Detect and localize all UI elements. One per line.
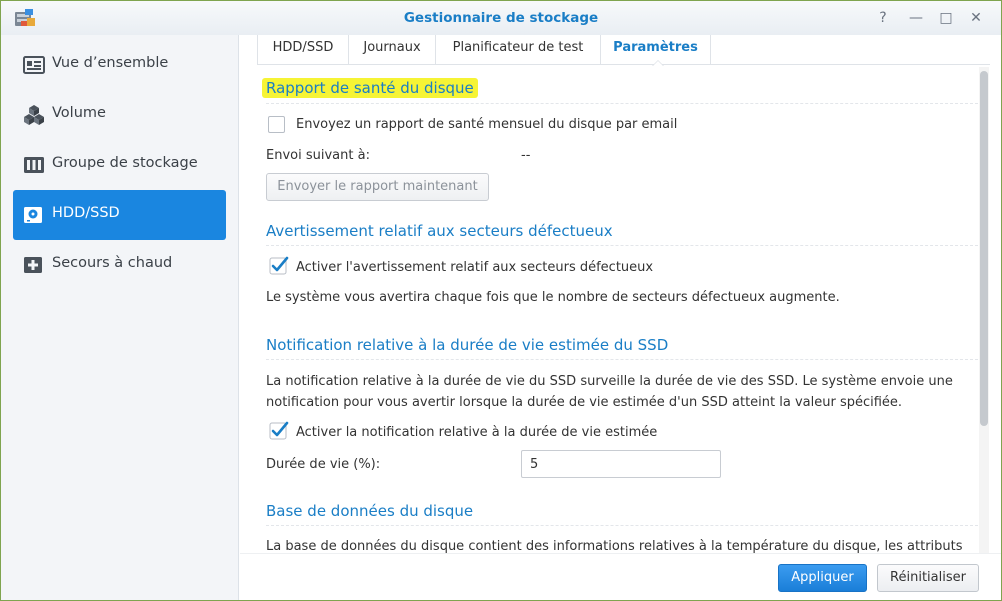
sidebar-item-hot-spare[interactable]: Secours à chaud (13, 240, 226, 290)
section-divider (266, 359, 978, 360)
window-title: Gestionnaire de stockage (403, 10, 599, 26)
hot-spare-icon (24, 257, 42, 273)
tab-logs[interactable]: Journaux (349, 35, 436, 65)
scrollbar-thumb[interactable] (980, 71, 988, 426)
hdd-icon (24, 207, 42, 223)
section-divider (266, 245, 978, 246)
bad-sectors-checkbox-label: Activer l'avertissement relatif aux sect… (296, 260, 654, 275)
sidebar-item-label: Secours à chaud (52, 255, 173, 271)
sidebar-item-volume[interactable]: Volume (13, 90, 226, 140)
next-send-label: Envoi suivant à: (266, 148, 370, 163)
send-report-now-button[interactable]: Envoyer le rapport maintenant (266, 173, 489, 201)
sidebar-item-label: Volume (52, 105, 106, 121)
tab-hdd-ssd[interactable]: HDD/SSD (257, 35, 349, 65)
checkmark-icon (269, 256, 289, 275)
health-report-email-label: Envoyez un rapport de santé mensuel du d… (296, 117, 678, 132)
title-bar[interactable]: Gestionnaire de stockage ? — □ ✕ (1, 1, 1001, 35)
tab-test-scheduler[interactable]: Planificateur de test (436, 35, 601, 65)
footer-bar: Appliquer Réinitialiser (240, 553, 1001, 600)
storage-manager-window: Gestionnaire de stockage ? — □ ✕ Vue d’e… (0, 0, 1002, 601)
section-divider (266, 103, 978, 104)
storage-pool-icon (24, 157, 44, 173)
content-scrollbar[interactable] (979, 67, 989, 553)
volume-cubes-icon (24, 105, 44, 125)
ssd-lifespan-checkbox-label: Activer la notification relative à la du… (296, 425, 658, 440)
help-button[interactable]: ? (872, 8, 894, 28)
bad-sectors-checkbox[interactable] (268, 256, 289, 275)
ssd-lifespan-description-line1: La notification relative à la durée de v… (266, 374, 953, 389)
disk-database-title: Base de données du disque (266, 502, 474, 520)
sidebar-item-label: HDD/SSD (52, 205, 120, 221)
lifespan-percent-label: Durée de vie (%): (266, 457, 381, 472)
next-send-value: -- (521, 148, 531, 163)
sidebar-item-storage-pool[interactable]: Groupe de stockage (13, 140, 226, 190)
sidebar-item-label: Vue d’ensemble (52, 55, 169, 71)
maximize-button[interactable]: □ (935, 8, 957, 28)
sidebar: Vue d’ensemble Volume Groupe de stockage… (1, 35, 239, 600)
minimize-button[interactable]: — (905, 8, 927, 28)
close-button[interactable]: ✕ (965, 8, 987, 28)
ssd-lifespan-description-line2: notification pour vous avertir lorsque l… (266, 395, 903, 410)
sidebar-item-label: Groupe de stockage (52, 155, 198, 171)
bad-sectors-description: Le système vous avertira chaque fois que… (266, 290, 840, 305)
ssd-lifespan-title: Notification relative à la durée de vie … (266, 336, 669, 354)
bad-sectors-title: Avertissement relatif aux secteurs défec… (266, 222, 613, 240)
health-report-title: Rapport de santé du disque (262, 78, 478, 98)
section-divider (266, 525, 978, 526)
reset-button[interactable]: Réinitialiser (877, 564, 979, 592)
ssd-lifespan-checkbox[interactable] (268, 421, 289, 440)
sidebar-item-overview[interactable]: Vue d’ensemble (13, 40, 226, 90)
overview-icon (23, 56, 45, 74)
lifespan-percent-input[interactable] (521, 450, 721, 478)
active-tab-indicator (652, 60, 664, 66)
checkmark-icon (269, 421, 289, 440)
settings-panel: Rapport de santé du disque Envoyez un ra… (257, 67, 978, 553)
tab-bar: HDD/SSD Journaux Planificateur de test P… (257, 35, 990, 65)
health-report-email-checkbox[interactable] (268, 116, 285, 133)
disk-database-description: La base de données du disque contient de… (266, 539, 963, 553)
sidebar-item-hdd-ssd[interactable]: HDD/SSD (13, 190, 226, 240)
apply-button[interactable]: Appliquer (778, 564, 867, 592)
